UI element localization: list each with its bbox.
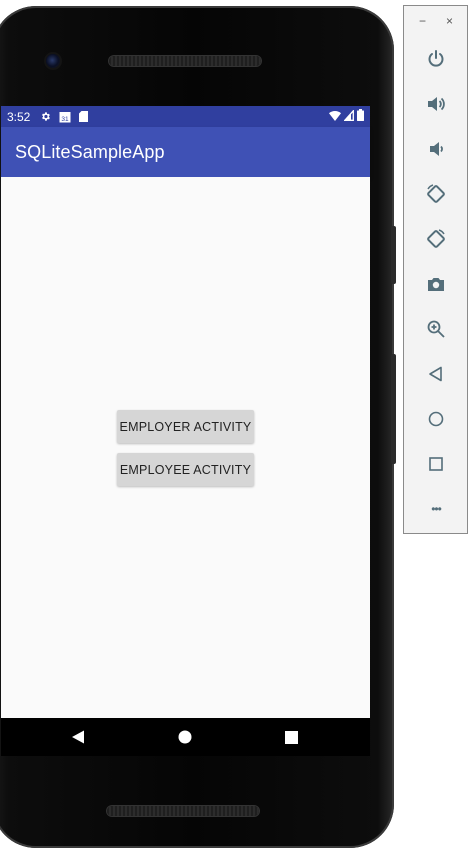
- calendar-icon: 31: [59, 111, 71, 123]
- status-bar: 3:52 31: [1, 106, 370, 127]
- recents-icon: [284, 730, 298, 744]
- home-icon: [178, 730, 192, 744]
- employer-activity-button[interactable]: EMPLOYER ACTIVITY: [117, 410, 254, 443]
- nav-back-button[interactable]: [58, 718, 98, 756]
- toolbar-home-button[interactable]: [420, 403, 452, 435]
- bottom-speaker: [107, 806, 259, 816]
- zoom-icon: [427, 320, 445, 338]
- front-camera: [46, 54, 60, 68]
- signal-icon: [343, 108, 354, 124]
- volume-up-icon: [428, 97, 445, 111]
- home-icon: [428, 411, 444, 427]
- phone-power-side-button: [391, 226, 396, 284]
- volume-down-icon: [430, 142, 443, 156]
- power-icon: [428, 50, 444, 67]
- settings-icon: [40, 111, 51, 122]
- status-time: 3:52: [7, 109, 31, 124]
- nav-recents-button[interactable]: [271, 718, 311, 756]
- camera-icon: [428, 278, 444, 291]
- overview-icon: [429, 457, 443, 471]
- rotate-right-button[interactable]: [420, 223, 452, 255]
- wifi-icon: [329, 110, 341, 124]
- app-title: SQLiteSampleApp: [15, 141, 165, 162]
- phone-volume-side-button: [391, 354, 396, 464]
- minimize-button[interactable]: −: [419, 14, 426, 28]
- rotate-left-button[interactable]: [420, 178, 452, 210]
- phone-screen: 3:52 31 SQLiteSampleApp EMPLOYER ACTIVIT…: [1, 106, 370, 756]
- phone-frame: 3:52 31 SQLiteSampleApp EMPLOYER ACTIVIT…: [0, 6, 396, 848]
- employee-activity-button[interactable]: EMPLOYEE ACTIVITY: [117, 453, 254, 486]
- main-content: EMPLOYER ACTIVITY EMPLOYEE ACTIVITY: [1, 177, 370, 718]
- rotate-left-icon: [427, 184, 445, 203]
- sd-card-icon: [79, 111, 89, 122]
- calendar-day: 31: [62, 116, 70, 123]
- toolbar-overview-button[interactable]: [420, 448, 452, 480]
- earpiece-speaker: [109, 56, 261, 66]
- toolbar-back-button[interactable]: [420, 358, 452, 390]
- zoom-button[interactable]: [420, 313, 452, 345]
- navigation-bar: [1, 718, 370, 756]
- emulator-toolbar: − × •••: [403, 5, 468, 534]
- power-button[interactable]: [420, 43, 452, 75]
- volume-up-button[interactable]: [420, 88, 452, 120]
- close-button[interactable]: ×: [446, 14, 453, 28]
- more-icon[interactable]: •••: [420, 493, 452, 525]
- volume-down-button[interactable]: [420, 133, 452, 165]
- app-bar: SQLiteSampleApp: [1, 127, 370, 177]
- battery-icon: [357, 109, 364, 124]
- screenshot-button[interactable]: [420, 268, 452, 300]
- back-icon: [429, 366, 442, 382]
- rotate-right-icon: [427, 229, 445, 248]
- back-icon: [72, 730, 84, 744]
- nav-home-button[interactable]: [165, 718, 205, 756]
